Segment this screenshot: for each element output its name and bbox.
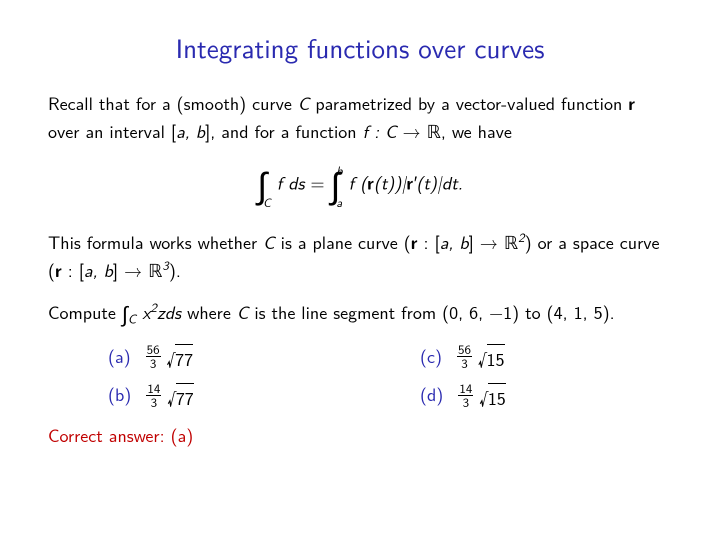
sym-C: C <box>298 89 310 116</box>
sym-arrow: → <box>397 117 427 144</box>
fraction: 563 <box>146 343 161 370</box>
integral-sign: ∫ <box>257 157 267 210</box>
sqrt: √15 <box>478 345 505 372</box>
slide-title: Integrating functions over curves <box>48 28 672 67</box>
option-label: (c) <box>420 342 442 369</box>
paragraph-works: This formula works whether C is a plane … <box>48 228 672 284</box>
sym-r: r <box>411 230 418 255</box>
text: ). <box>169 256 181 283</box>
text: is a plane curve ( <box>275 228 411 255</box>
sym-ab: a, b <box>176 117 205 144</box>
option-label: (d) <box>420 380 443 407</box>
text: ], and for a function <box>205 117 362 144</box>
text: ] → <box>113 256 148 283</box>
sym-x: x <box>142 298 150 325</box>
correct-answer: Correct answer: (a) <box>48 421 672 448</box>
sym-r: r <box>367 171 374 196</box>
text: ′(t)|dt. <box>413 169 463 196</box>
display-formula: ∫ C f ds = ∫ba f (r(t))|r′(t)|dt. <box>48 159 672 212</box>
text: : [ <box>418 228 440 255</box>
sym-r: r <box>55 258 62 283</box>
slide: Integrating functions over curves Recall… <box>0 0 720 476</box>
option-label: (a) <box>108 342 131 369</box>
sym-R: ℝ <box>427 119 441 144</box>
text: ] → <box>469 228 504 255</box>
option-label: (b) <box>108 380 131 407</box>
sym-ab: a, b <box>84 256 113 283</box>
text: (t))| <box>374 169 407 196</box>
text: Compute <box>48 298 122 325</box>
sym-C: C <box>263 228 275 255</box>
sym-R: ℝ <box>504 230 518 255</box>
integral-sign: ∫ <box>122 297 128 329</box>
integral-sign: ∫ <box>331 157 341 210</box>
integrand: f ds <box>277 169 305 196</box>
option-d: (d) 143 √15 <box>420 380 672 411</box>
text: Recall that for a (smooth) curve <box>48 89 298 116</box>
paragraph-recall: Recall that for a (smooth) curve C param… <box>48 89 672 145</box>
sym-C: C <box>237 298 249 325</box>
option-a: (a) 563 √77 <box>108 342 360 373</box>
paragraph-compute: Compute ∫C x2zds where C is the line seg… <box>48 298 672 332</box>
text: : [ <box>62 256 84 283</box>
sym-C: C <box>385 117 397 144</box>
option-c: (c) 563 √15 <box>420 342 672 373</box>
fraction: 143 <box>458 382 473 409</box>
text: parametrized by a vector-valued function <box>309 89 628 116</box>
text: over an interval [ <box>48 117 176 144</box>
text: This formula works whether <box>48 228 263 255</box>
options-col-left: (a) 563 √77 (b) 143 √77 <box>48 342 360 419</box>
sub-C: C <box>128 310 136 329</box>
sqrt: √77 <box>167 345 194 372</box>
sym-R: ℝ <box>148 258 162 283</box>
options-col-right: (c) 563 √15 (d) 143 √15 <box>360 342 672 419</box>
text: , we have <box>441 117 512 144</box>
equals: = <box>311 169 331 196</box>
option-b: (b) 143 √77 <box>108 380 360 411</box>
sym-colon: : <box>368 117 385 144</box>
answer-options: (a) 563 √77 (b) 143 √77 (c) 563 √15 (d) … <box>48 342 672 419</box>
sym-r: r <box>628 91 635 116</box>
text: is the line segment from (0, 6, −1) to (… <box>248 298 614 325</box>
sqrt: √77 <box>167 384 194 411</box>
text: where <box>181 298 237 325</box>
sqrt: √15 <box>479 384 506 411</box>
text: f ( <box>349 169 368 196</box>
text: zds <box>157 298 181 325</box>
sym-ab: a, b <box>440 228 469 255</box>
fraction: 143 <box>146 382 161 409</box>
fraction: 563 <box>457 343 472 370</box>
